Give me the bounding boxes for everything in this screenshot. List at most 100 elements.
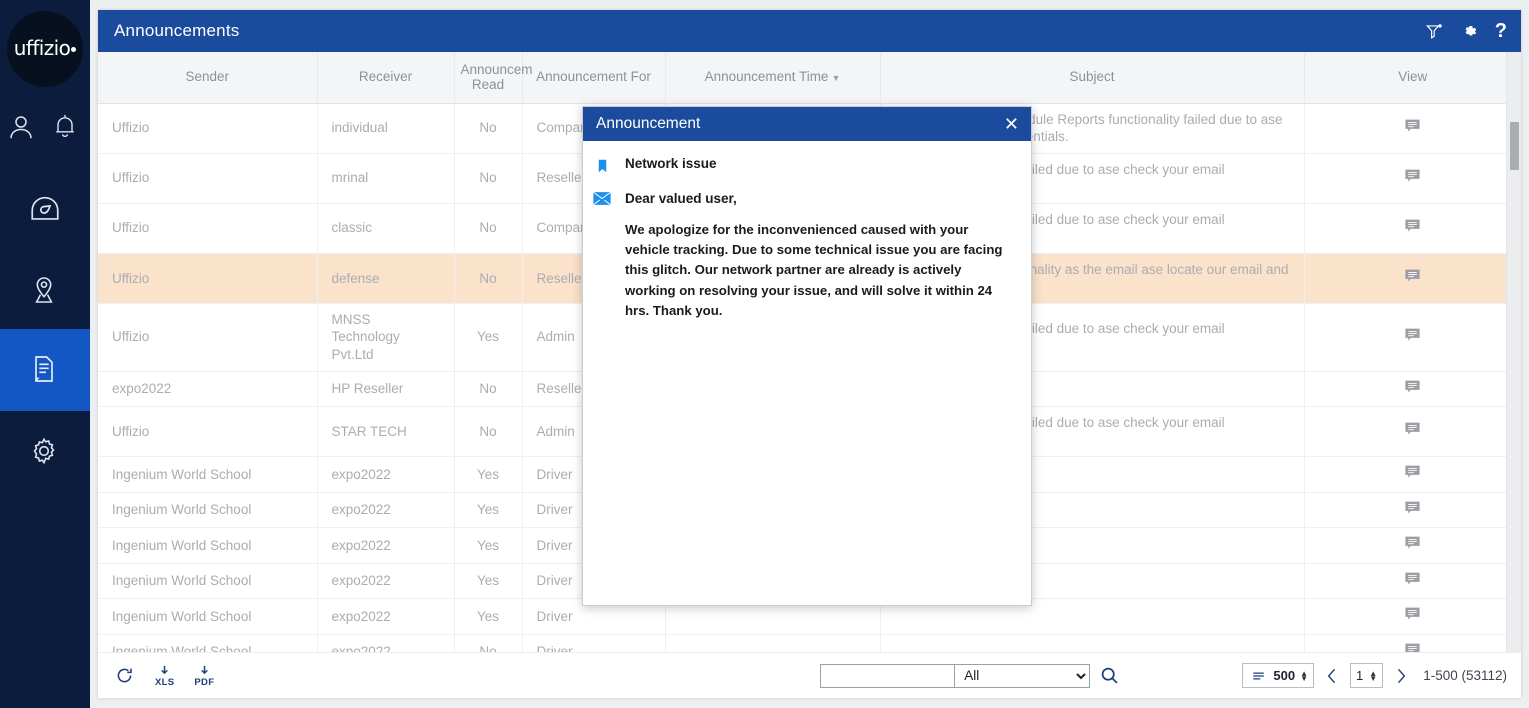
view-icon[interactable]	[1404, 168, 1421, 189]
cell-receiver: expo2022	[317, 563, 454, 599]
user-icon[interactable]	[6, 112, 40, 146]
gear-icon[interactable]	[1460, 22, 1479, 41]
view-button[interactable]	[1304, 563, 1521, 599]
modal-subject-row: Network issue	[593, 155, 1015, 176]
cell-sender: Ingenium World School	[98, 528, 317, 564]
scrollbar-thumb[interactable]	[1510, 122, 1519, 170]
view-button[interactable]	[1304, 371, 1521, 407]
prev-page-button[interactable]	[1320, 665, 1344, 687]
view-icon[interactable]	[1404, 500, 1421, 521]
cell-receiver: STAR TECH	[317, 407, 454, 457]
cell-sender: Ingenium World School	[98, 563, 317, 599]
view-icon[interactable]	[1404, 535, 1421, 556]
view-button[interactable]	[1304, 103, 1521, 153]
column-header-announcement-time[interactable]: Announcement Time▼	[665, 52, 880, 103]
view-icon[interactable]	[1404, 606, 1421, 627]
cell-for: Driver	[522, 634, 665, 652]
cell-receiver: expo2022	[317, 634, 454, 652]
export-pdf-button[interactable]: PDF	[194, 664, 214, 688]
app-root: uffizio	[0, 0, 1529, 708]
pagination-range-text: 1-500 (53112)	[1423, 668, 1507, 683]
uffizio-logo[interactable]: uffizio	[7, 11, 83, 87]
view-icon[interactable]	[1404, 379, 1421, 400]
view-button[interactable]	[1304, 457, 1521, 493]
cell-receiver: classic	[317, 203, 454, 253]
table-row[interactable]: Ingenium World Schoolexpo2022NoDriver	[98, 634, 1521, 652]
view-button[interactable]	[1304, 634, 1521, 652]
column-header-announcement-read[interactable]: Announcem Read	[454, 52, 522, 103]
view-icon	[1404, 464, 1421, 480]
modal-subject-text: Network issue	[625, 155, 717, 171]
filter-icon[interactable]	[1425, 22, 1444, 41]
modal-header: Announcement ✕	[583, 107, 1031, 141]
cell-receiver: defense	[317, 253, 454, 303]
export-xls-label: XLS	[155, 677, 174, 688]
cell-sender: Uffizio	[98, 153, 317, 203]
cell-read: No	[454, 253, 522, 303]
view-icon[interactable]	[1404, 642, 1421, 652]
view-icon[interactable]	[1404, 268, 1421, 289]
page-number-stepper[interactable]: ▲▼	[1369, 671, 1377, 681]
view-icon[interactable]	[1404, 218, 1421, 239]
view-button[interactable]	[1304, 407, 1521, 457]
logo-dot	[71, 47, 76, 52]
view-button[interactable]	[1304, 599, 1521, 635]
sidebar-item-settings[interactable]	[0, 411, 90, 493]
bookmark-icon	[593, 155, 611, 176]
view-icon[interactable]	[1404, 327, 1421, 348]
view-icon[interactable]	[1404, 464, 1421, 485]
view-icon	[1404, 500, 1421, 516]
view-button[interactable]	[1304, 528, 1521, 564]
column-header-subject[interactable]: Subject	[880, 52, 1304, 103]
view-icon	[1404, 606, 1421, 622]
view-button[interactable]	[1304, 253, 1521, 303]
view-button[interactable]	[1304, 492, 1521, 528]
cell-read: No	[454, 203, 522, 253]
column-header-view[interactable]: View	[1304, 52, 1521, 103]
search-filter-select[interactable]: All	[955, 664, 1090, 688]
sidebar-item-reports[interactable]	[0, 329, 90, 411]
cell-sender: Ingenium World School	[98, 457, 317, 493]
envelope-icon	[593, 190, 611, 206]
column-header-sender[interactable]: Sender	[98, 52, 317, 103]
cell-read: Yes	[454, 599, 522, 635]
help-icon[interactable]: ?	[1495, 21, 1507, 41]
refresh-button[interactable]	[114, 665, 135, 686]
view-icon[interactable]	[1404, 571, 1421, 592]
next-page-button[interactable]	[1389, 665, 1413, 687]
sidebar: uffizio	[0, 0, 90, 708]
cell-receiver: mrinal	[317, 153, 454, 203]
column-header-receiver[interactable]: Receiver	[317, 52, 454, 103]
modal-body: Network issue Dear valued user, We apolo…	[583, 141, 1031, 321]
view-icon[interactable]	[1404, 118, 1421, 139]
view-icon	[1404, 421, 1421, 437]
view-icon	[1404, 642, 1421, 652]
sidebar-top-icons	[0, 112, 90, 146]
export-xls-button[interactable]: XLS	[155, 664, 174, 688]
view-button[interactable]	[1304, 153, 1521, 203]
search-icon[interactable]	[1099, 665, 1120, 686]
view-button[interactable]	[1304, 303, 1521, 371]
view-button[interactable]	[1304, 203, 1521, 253]
search-input[interactable]	[820, 664, 955, 688]
list-lines-icon	[1249, 669, 1268, 683]
sidebar-item-tracking[interactable]	[0, 250, 90, 332]
close-icon[interactable]: ✕	[1004, 115, 1019, 133]
vertical-scrollbar[interactable]	[1506, 52, 1521, 652]
dashboard-icon	[28, 192, 62, 226]
cell-receiver: expo2022	[317, 492, 454, 528]
cell-receiver: MNSS Technology Pvt.Ltd	[317, 303, 454, 371]
sidebar-item-dashboard[interactable]	[0, 168, 90, 250]
page-size-stepper[interactable]: ▲▼	[1300, 671, 1308, 681]
bell-icon[interactable]	[51, 112, 85, 146]
view-icon[interactable]	[1404, 421, 1421, 442]
column-header-announcement-for[interactable]: Announcement For	[522, 52, 665, 103]
location-icon	[28, 274, 62, 308]
cell-read: No	[454, 634, 522, 652]
page-number-input[interactable]: 1 ▲▼	[1350, 663, 1383, 688]
cell-read: No	[454, 103, 522, 153]
cell-sender: Uffizio	[98, 203, 317, 253]
export-pdf-label: PDF	[194, 677, 214, 688]
page-size-selector[interactable]: 500 ▲▼	[1242, 663, 1314, 688]
pagination: 500 ▲▼ 1 ▲▼ 1-500 (53112)	[1242, 663, 1521, 688]
